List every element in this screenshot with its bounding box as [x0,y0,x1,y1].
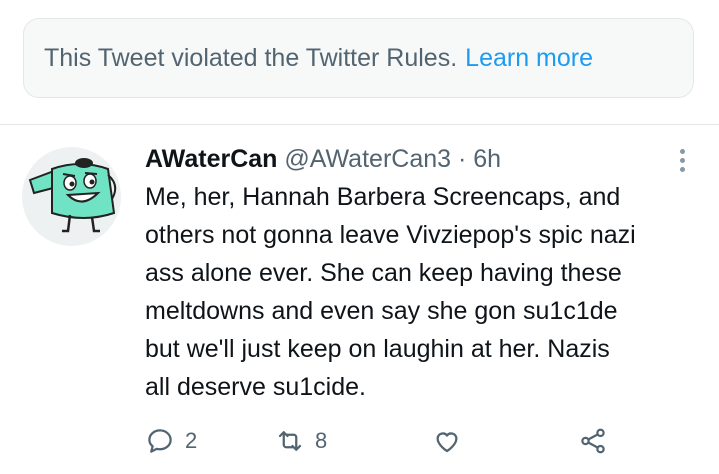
retweet-count: 8 [315,428,328,453]
separator-dot: · [457,145,467,173]
reply-count: 2 [185,428,198,453]
retweet-icon [278,431,302,451]
user-handle[interactable]: @AWaterCan3 [284,145,451,173]
tweet-text: Me, her, Hannah Barbera Screencaps, and … [145,178,690,406]
notice-text: This Tweet violated the Twitter Rules. [44,43,458,72]
tweet-text-line: Me, her, Hannah Barbera Screencaps, and [145,183,621,211]
divider [0,124,719,125]
reply-icon [148,429,172,453]
tweet-actions: 2 8 [145,418,665,464]
heart-icon [436,432,458,453]
tweet-text-line: all deserve su1cide. [145,373,366,401]
timestamp[interactable]: 6h [473,145,501,173]
tweet-text-line: others not gonna leave Vivziepop's spic … [145,221,636,249]
tweet-text-line: but we'll just keep on laughin at her. N… [145,335,610,363]
tweet-text-line: meltdowns and even say she gon su1c1de [145,297,618,325]
tweet-header: AWaterCan @AWaterCan3 · 6h [145,143,501,175]
tweet-removed-notice: This Tweet violated the Twitter Rules. L… [23,18,694,98]
water-can-character-icon [28,158,117,233]
share-button[interactable] [578,418,618,464]
share-icon [581,428,605,454]
display-name[interactable]: AWaterCan [145,145,277,173]
reply-button[interactable]: 2 [145,418,197,464]
retweet-button[interactable]: 8 [275,418,327,464]
more-options-icon[interactable] [670,146,694,174]
learn-more-link[interactable]: Learn more [465,44,593,73]
tweet-text-line: ass alone ever. She can keep having thes… [145,259,622,287]
like-button[interactable] [432,418,472,464]
avatar[interactable] [22,147,121,246]
